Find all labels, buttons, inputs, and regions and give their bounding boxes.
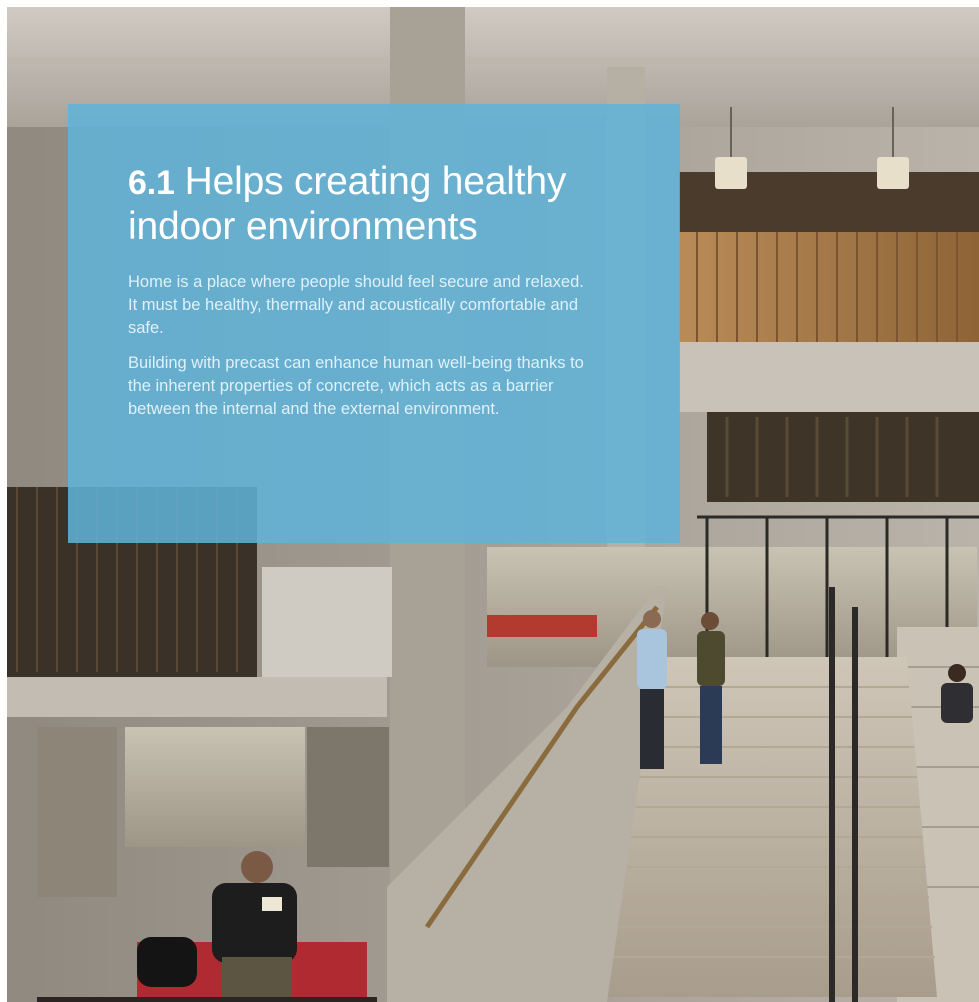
paragraph-precast: Building with precast can enhance human … — [128, 354, 584, 418]
section-heading: 6.1 Helps creating healthy indoor environ… — [128, 160, 640, 249]
section-title-line1: Helps creating healthy — [184, 160, 567, 203]
section-title-line2: indoor environments — [128, 205, 478, 248]
section-number: 6.1 — [128, 164, 175, 202]
intro-text-panel: 6.1 Helps creating healthy indoor environ… — [68, 104, 680, 543]
paragraph-home: Home is a place where people should feel… — [128, 273, 584, 337]
brochure-page: 6.1 Helps creating healthy indoor environ… — [0, 0, 979, 1002]
